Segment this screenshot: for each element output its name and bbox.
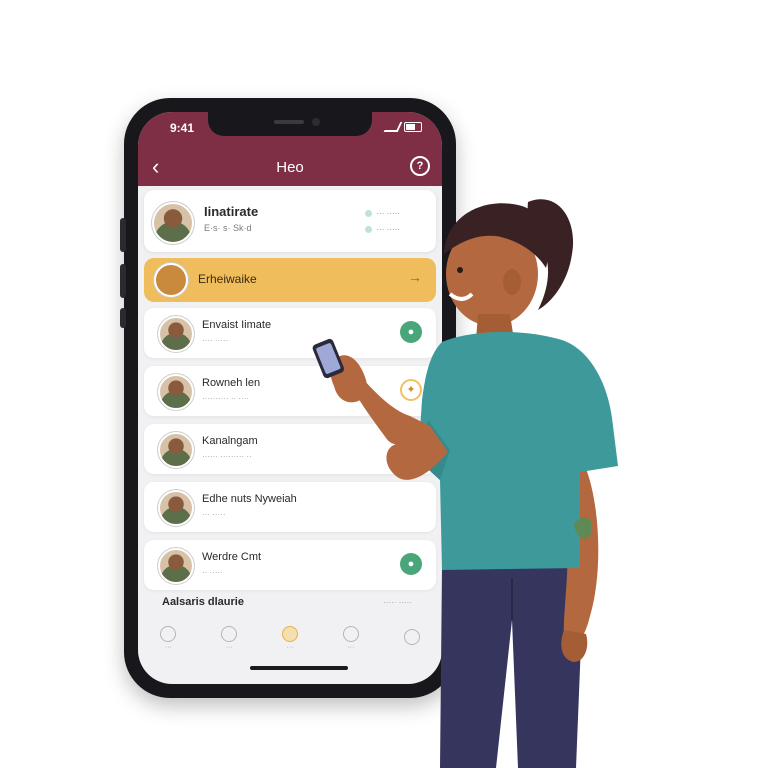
volume-down-button [120,264,126,298]
list-item-name: Werdre Cmt [202,551,262,563]
battery-icon [404,122,422,132]
list-avatar [158,548,194,584]
list-item-sub: ··· ····· [202,510,226,519]
help-icon: ? [416,160,424,172]
list-item-name: Kanalngam [202,435,258,447]
tab-label: ··· [225,643,233,651]
list-item-sub: ·· ····· [202,568,223,577]
tab-home[interactable]: ··· [150,625,186,651]
help-button[interactable]: ? [410,156,430,176]
list-avatar [158,432,194,468]
tab-label: ··· [164,643,172,651]
profile-subtitle: E·s· s· Sk·d [204,223,252,233]
list-item-name: Envaist Iimate [202,319,272,331]
list-avatar [158,316,194,352]
volume-up-button [120,218,126,252]
highlight-avatar [154,263,188,297]
speaker [274,120,304,124]
star-icon [281,625,298,642]
list-item-sub: ·········· ·· ···· [202,394,250,403]
eye [457,267,463,273]
list-item-sub: ······ ········· ·· [202,452,252,461]
status-icons [383,122,422,132]
app-header: 9:41 ‹ Heo ? [138,112,442,186]
profile-name: Iinatirate [204,204,259,219]
list-item-name: Rowneh len [202,377,261,389]
list-avatar [158,490,194,526]
front-camera [312,118,320,126]
list-item-sub: ···· ····· [202,336,229,345]
highlight-label: Erheiwaike [198,272,257,286]
page-title: Heo [276,159,304,176]
signal-icon [383,122,403,132]
small-phone [312,338,345,379]
status-time: 9:41 [170,121,195,135]
profile-avatar [152,202,194,244]
section-title: Aalsaris dlaurie [162,596,244,608]
notch [208,112,372,136]
ear [503,269,521,295]
list-avatar [158,374,194,410]
home-icon [160,625,177,642]
tab-label: ··· [286,643,294,651]
list-item-name: Edhe nuts Nyweiah [202,493,297,505]
mute-switch [120,308,126,328]
search-icon [221,625,238,642]
person-illustration [312,199,618,768]
tab-search[interactable]: ··· [211,625,247,651]
